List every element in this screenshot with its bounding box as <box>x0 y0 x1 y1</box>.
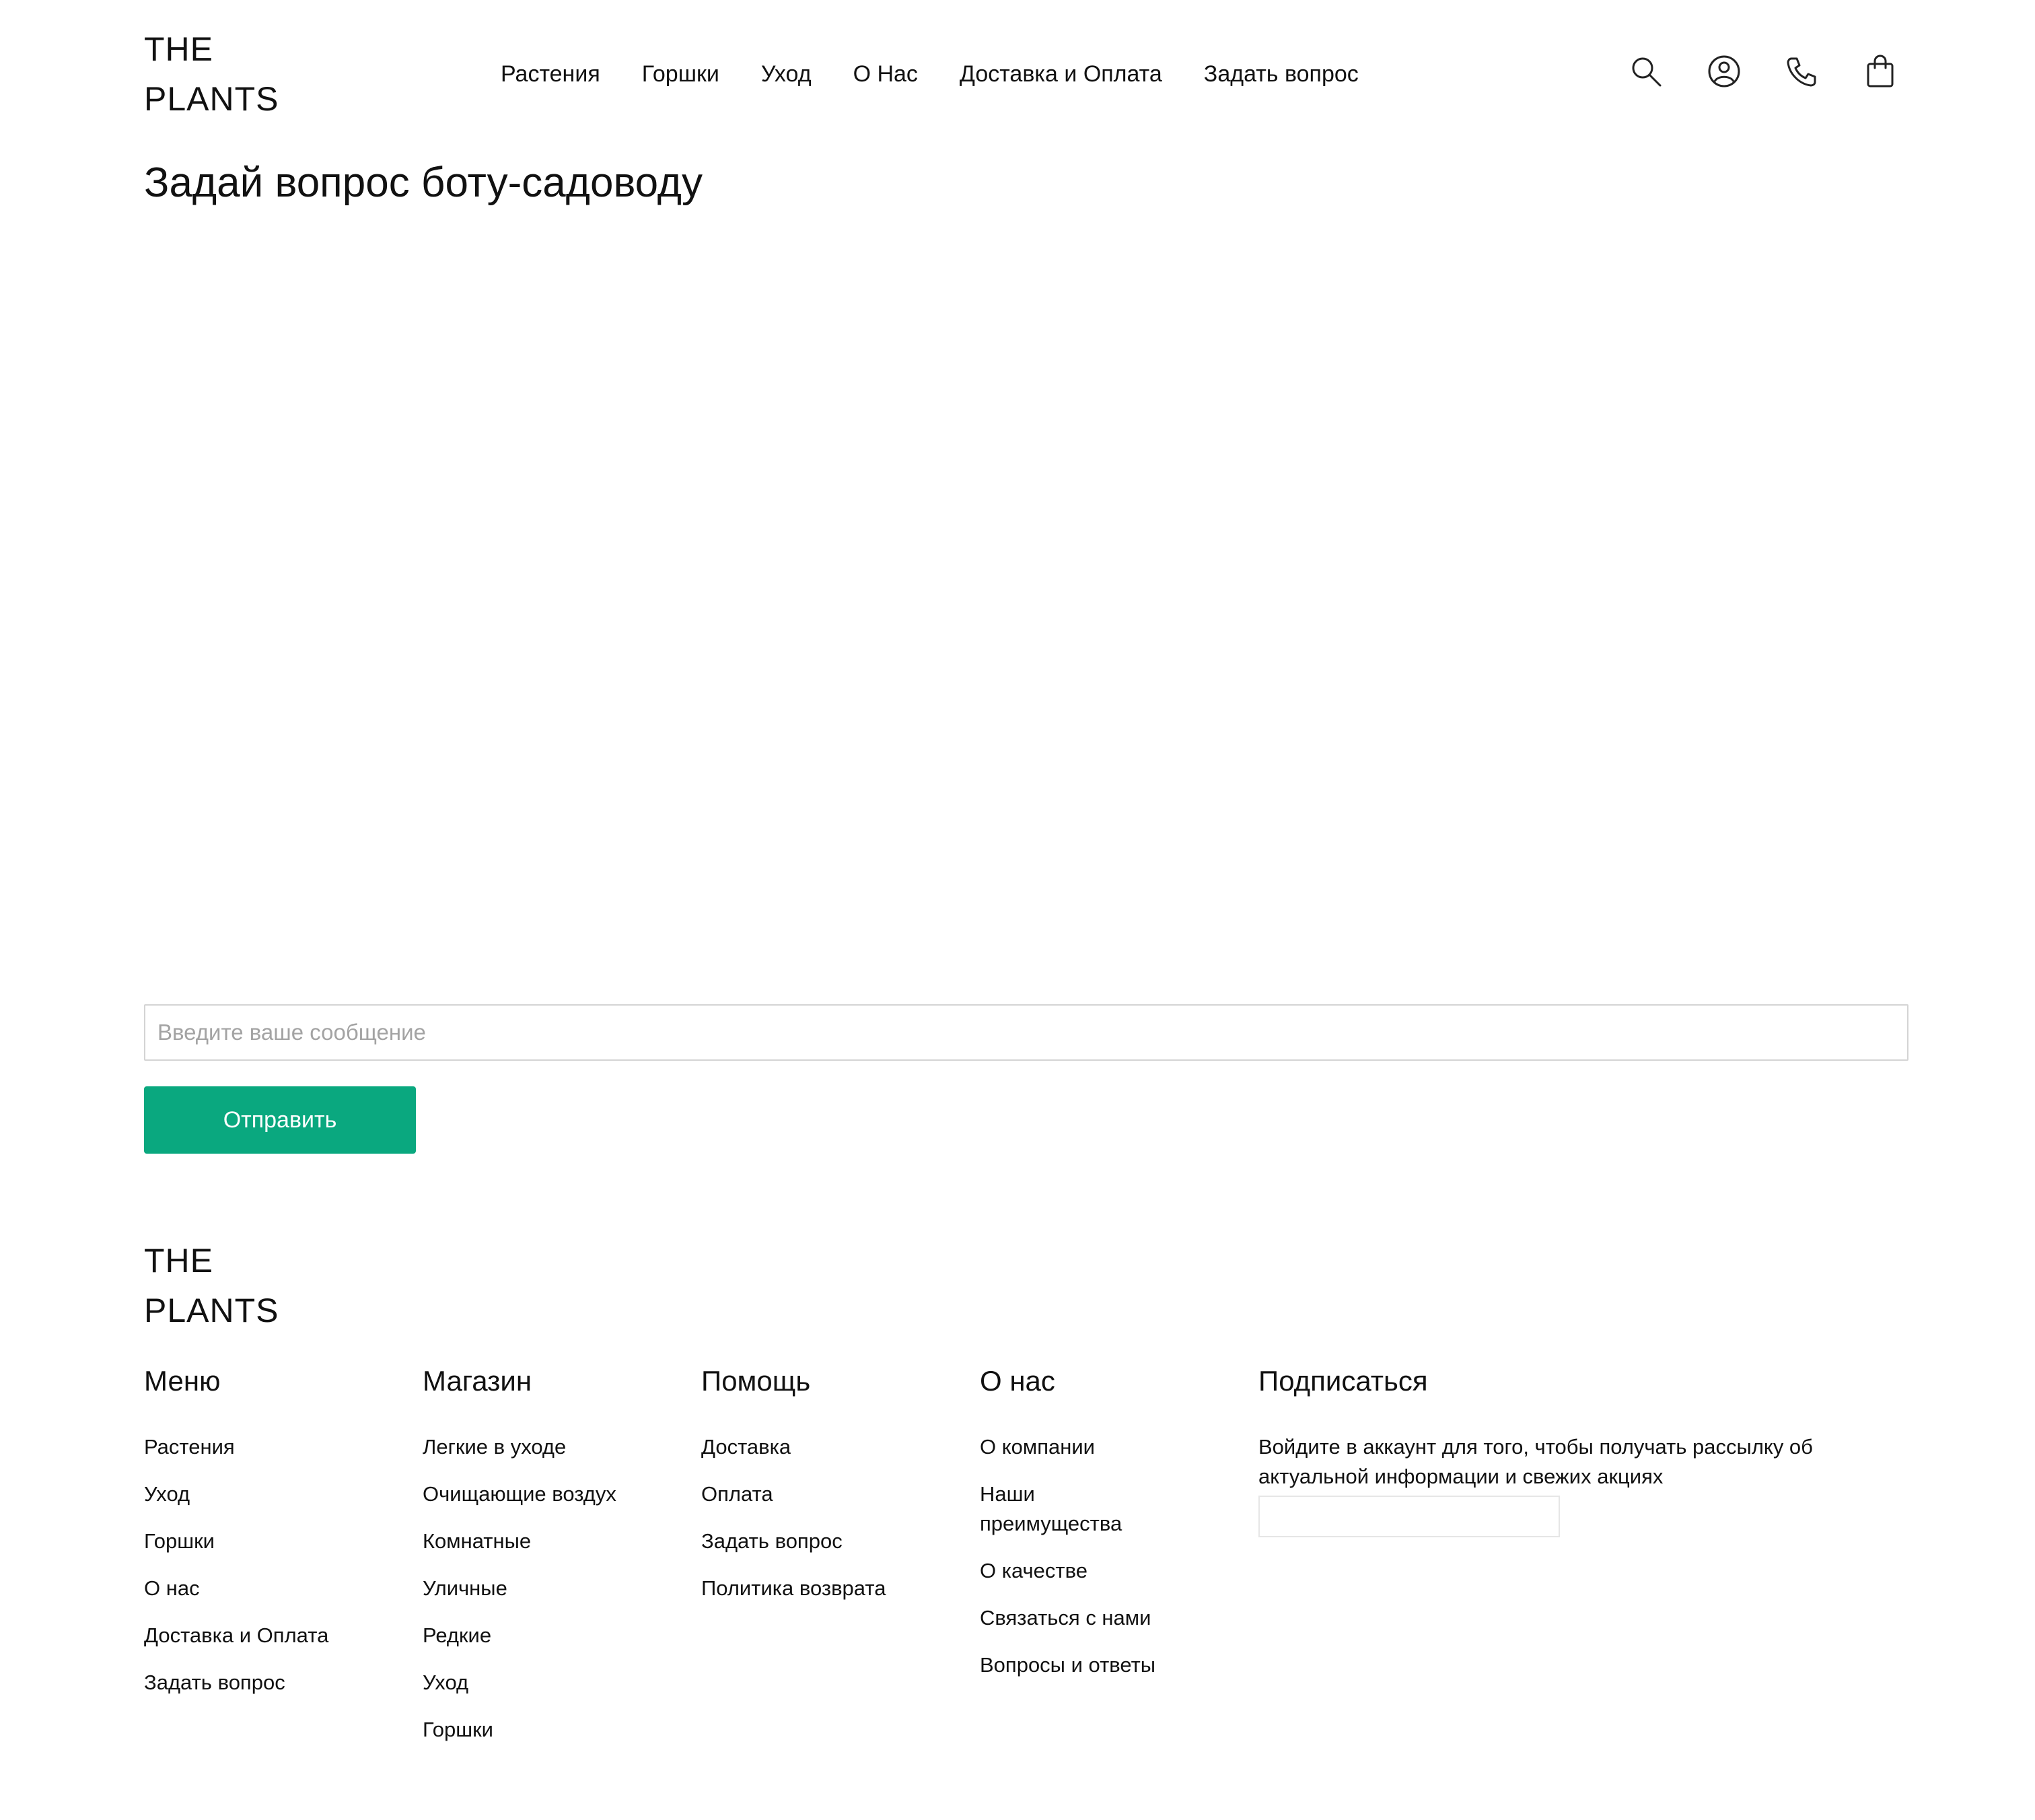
cart-icon[interactable] <box>1861 53 1899 90</box>
footer-link[interactable]: Наши преимущества <box>980 1479 1182 1539</box>
footer-heading-subscribe: Подписаться <box>1258 1365 1428 1397</box>
logo-line-1: THE <box>144 30 213 68</box>
page-title: Задай вопрос боту-садоводу <box>144 160 703 206</box>
footer-link[interactable]: Политика возврата <box>701 1574 886 1603</box>
subscribe-description: Войдите в аккаунт для того, чтобы получа… <box>1258 1435 1813 1488</box>
user-icon[interactable] <box>1705 53 1743 90</box>
logo-line-2: PLANTS <box>144 80 279 118</box>
footer-logo-line-1: THE <box>144 1242 213 1280</box>
footer-link[interactable]: Растения <box>144 1432 328 1462</box>
nav-item-plants[interactable]: Растения <box>501 57 600 92</box>
footer-link[interactable]: Задать вопрос <box>144 1668 328 1698</box>
footer-column-help: Помощь Доставка Оплата Задать вопрос Пол… <box>701 1361 886 1621</box>
header-icons <box>1627 53 1899 90</box>
footer-link[interactable]: Горшки <box>144 1527 328 1556</box>
footer-link[interactable]: Уличные <box>423 1574 616 1603</box>
footer-link[interactable]: Горшки <box>423 1715 616 1745</box>
chat-messages-area <box>144 229 1908 989</box>
footer-link[interactable]: О компании <box>980 1432 1182 1462</box>
footer-link[interactable]: Доставка <box>701 1432 886 1462</box>
footer-link[interactable]: Уход <box>423 1668 616 1698</box>
nav-item-delivery-payment[interactable]: Доставка и Оплата <box>960 57 1162 92</box>
footer-link[interactable]: Уход <box>144 1479 328 1509</box>
nav-item-care[interactable]: Уход <box>761 57 812 92</box>
message-input[interactable] <box>144 1004 1908 1061</box>
main-nav: Растения Горшки Уход О Нас Доставка и Оп… <box>501 57 1359 92</box>
search-icon[interactable] <box>1627 53 1665 90</box>
subscribe-input[interactable] <box>1258 1496 1560 1537</box>
footer-link[interactable]: Легкие в уходе <box>423 1432 616 1462</box>
send-button[interactable]: Отправить <box>144 1086 416 1154</box>
footer-heading-menu: Меню <box>144 1365 221 1397</box>
footer-link[interactable]: Вопросы и ответы <box>980 1650 1182 1680</box>
footer-logo[interactable]: THE PLANTS <box>144 1236 279 1335</box>
footer-link[interactable]: Связаться с нами <box>980 1603 1182 1633</box>
footer-link[interactable]: Оплата <box>701 1479 886 1509</box>
footer-link[interactable]: Очищающие воздух <box>423 1479 616 1509</box>
nav-item-pots[interactable]: Горшки <box>642 57 719 92</box>
nav-item-about[interactable]: О Нас <box>853 57 918 92</box>
footer-link[interactable]: Редкие <box>423 1621 616 1650</box>
footer-heading-help: Помощь <box>701 1365 811 1397</box>
header-logo[interactable]: THE PLANTS <box>144 24 279 124</box>
footer-logo-line-2: PLANTS <box>144 1292 279 1329</box>
footer-column-about: О нас О компании Наши преимущества О кач… <box>980 1361 1182 1698</box>
footer-link[interactable]: О качестве <box>980 1556 1182 1586</box>
nav-item-ask-question[interactable]: Задать вопрос <box>1204 57 1359 92</box>
footer-heading-shop: Магазин <box>423 1365 532 1397</box>
footer-link[interactable]: Комнатные <box>423 1527 616 1556</box>
phone-icon[interactable] <box>1783 53 1821 90</box>
footer-link[interactable]: Доставка и Оплата <box>144 1621 328 1650</box>
footer-heading-about: О нас <box>980 1365 1055 1397</box>
footer-link[interactable]: Задать вопрос <box>701 1527 886 1556</box>
footer-column-menu: Меню Растения Уход Горшки О нас Доставка… <box>144 1361 328 1715</box>
footer-column-subscribe: Подписаться Войдите в аккаунт для того, … <box>1258 1361 1864 1537</box>
footer-link[interactable]: О нас <box>144 1574 328 1603</box>
footer-column-shop: Магазин Легкие в уходе Очищающие воздух … <box>423 1361 616 1762</box>
